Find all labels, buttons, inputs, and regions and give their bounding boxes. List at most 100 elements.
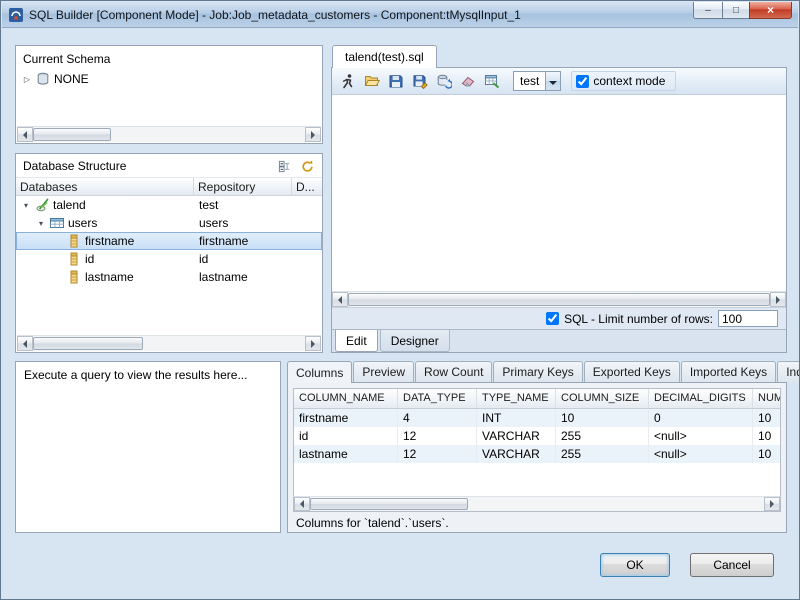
collapse-all-icon[interactable] (276, 157, 295, 175)
expand-collapsed-icon[interactable]: ▷ (22, 75, 32, 84)
tree-item-none[interactable]: ▷ NONE (16, 70, 322, 88)
refresh-connection-button[interactable] (433, 70, 455, 92)
database-structure-hscrollbar[interactable] (17, 335, 321, 351)
columns-table: COLUMN_NAME DATA_TYPE TYPE_NAME COLUMN_S… (293, 388, 781, 496)
scroll-left-button[interactable] (17, 336, 33, 351)
tree-row-id[interactable]: id id (16, 250, 322, 268)
header-data-type[interactable]: DATA_TYPE (398, 389, 477, 408)
limit-input[interactable] (718, 310, 778, 327)
header-decimal-digits[interactable]: DECIMAL_DIGITS (649, 389, 753, 408)
tab-imported-keys[interactable]: Imported Keys (681, 361, 776, 382)
scrollbar-thumb[interactable] (33, 128, 111, 141)
close-button[interactable]: × (749, 2, 792, 19)
tab-row-count[interactable]: Row Count (415, 361, 492, 382)
tree-row-talend[interactable]: ▾ talend test (16, 196, 322, 214)
scroll-left-button[interactable] (332, 292, 348, 307)
column-icon (66, 233, 82, 249)
database-structure-panel: Database Structure Databases Repository … (15, 153, 323, 353)
tree-node-label: talend (53, 198, 86, 212)
cell: <null> (649, 445, 753, 463)
window-controls: – □ × (693, 2, 792, 19)
scrollbar-thumb[interactable] (33, 337, 143, 350)
limit-checkbox[interactable] (546, 312, 559, 325)
combo-dropdown-icon[interactable] (545, 72, 560, 90)
cell: lastname (294, 445, 398, 463)
columns-table-hscrollbar[interactable] (293, 496, 781, 512)
tree-node-repository: lastname (194, 270, 292, 284)
sql-text-area[interactable] (332, 95, 786, 291)
cell: id (294, 427, 398, 445)
scrollbar-track[interactable] (33, 336, 305, 351)
sql-grid-button[interactable] (481, 70, 503, 92)
scroll-right-button[interactable] (770, 292, 786, 307)
scrollbar-thumb[interactable] (348, 293, 770, 306)
tree-node-repository: id (194, 252, 292, 266)
scroll-right-button[interactable] (305, 127, 321, 142)
save-button[interactable] (385, 70, 407, 92)
header-type-name[interactable]: TYPE_NAME (477, 389, 556, 408)
tree-row-lastname[interactable]: lastname lastname (16, 268, 322, 286)
scrollbar-track[interactable] (348, 292, 770, 307)
context-mode-checkbox[interactable] (576, 75, 589, 88)
header-column-size[interactable]: COLUMN_SIZE (556, 389, 649, 408)
tab-sql-file[interactable]: talend(test).sql (332, 45, 437, 68)
tree-node-repository: firstname (194, 234, 292, 248)
tree-row-users[interactable]: ▾ users users (16, 214, 322, 232)
tree-row-firstname[interactable]: firstname firstname (16, 232, 322, 250)
open-file-button[interactable] (361, 70, 383, 92)
maximize-button[interactable]: □ (722, 2, 749, 19)
current-schema-title: Current Schema (16, 46, 322, 70)
minimize-button[interactable]: – (693, 2, 722, 19)
tab-exported-keys[interactable]: Exported Keys (584, 361, 680, 382)
tab-columns[interactable]: Columns (287, 361, 352, 383)
sql-editor-hscrollbar[interactable] (332, 291, 786, 307)
tree-node-repository: test (194, 198, 292, 212)
sql-toolbar: test context mode (332, 68, 786, 95)
cell: <null> (649, 427, 753, 445)
refresh-icon[interactable] (298, 157, 317, 175)
header-num[interactable]: NUM (753, 389, 780, 408)
ok-button[interactable]: OK (600, 553, 670, 577)
context-combo[interactable]: test (513, 71, 561, 91)
column-icon (66, 251, 82, 267)
table-row[interactable]: firstname 4 INT 10 0 10 (294, 409, 780, 427)
titlebar: SQL Builder [Component Mode] - Job:Job_m… (2, 2, 798, 28)
expand-expanded-icon[interactable]: ▾ (21, 201, 31, 210)
cancel-button[interactable]: Cancel (690, 553, 774, 577)
current-schema-hscrollbar[interactable] (17, 126, 321, 142)
scrollbar-thumb[interactable] (310, 498, 468, 510)
column-header-more[interactable]: D... (292, 178, 322, 195)
scrollbar-track[interactable] (33, 127, 305, 142)
expand-expanded-icon[interactable]: ▾ (36, 219, 46, 228)
scroll-right-button[interactable] (764, 497, 780, 511)
table-row[interactable]: id 12 VARCHAR 255 <null> 10 (294, 427, 780, 445)
cell: 12 (398, 427, 477, 445)
limit-label: SQL - Limit number of rows: (564, 312, 713, 326)
columns-status-text: Columns for `talend`.`users`. (293, 512, 781, 531)
cell: 4 (398, 409, 477, 427)
cell: 255 (556, 427, 649, 445)
cell: firstname (294, 409, 398, 427)
database-structure-column-headers: Databases Repository D... (16, 177, 322, 196)
column-header-repository[interactable]: Repository (194, 178, 292, 195)
tab-edit[interactable]: Edit (335, 330, 378, 352)
query-results-placeholder: Execute a query to view the results here… (24, 368, 247, 382)
cell: 0 (649, 409, 753, 427)
column-header-databases[interactable]: Databases (16, 178, 194, 195)
scroll-right-button[interactable] (305, 336, 321, 351)
context-mode-label: context mode (593, 74, 665, 88)
tab-preview[interactable]: Preview (353, 361, 414, 382)
table-row[interactable]: lastname 12 VARCHAR 255 <null> 10 (294, 445, 780, 463)
scrollbar-track[interactable] (310, 497, 764, 511)
tab-primary-keys[interactable]: Primary Keys (493, 361, 582, 382)
columns-table-header: COLUMN_NAME DATA_TYPE TYPE_NAME COLUMN_S… (294, 389, 780, 409)
header-column-name[interactable]: COLUMN_NAME (294, 389, 398, 408)
tree-node-label: users (68, 216, 97, 230)
run-query-button[interactable] (337, 70, 359, 92)
scroll-left-button[interactable] (17, 127, 33, 142)
clear-query-button[interactable] (457, 70, 479, 92)
save-as-button[interactable] (409, 70, 431, 92)
scroll-left-button[interactable] (294, 497, 310, 511)
tab-indexes[interactable]: Indexes (777, 361, 800, 382)
tab-designer[interactable]: Designer (380, 330, 450, 352)
